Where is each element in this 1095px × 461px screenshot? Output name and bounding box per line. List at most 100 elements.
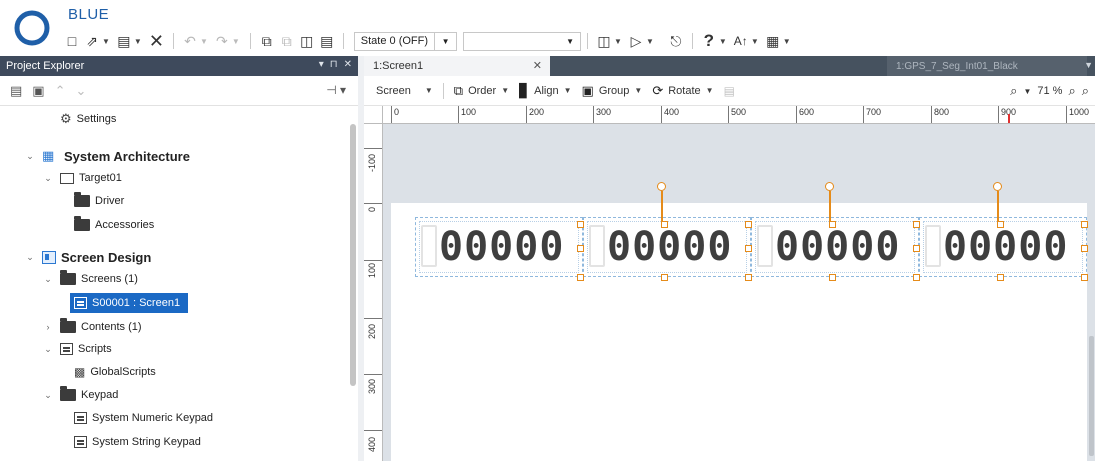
move-up-icon[interactable]: ⌃: [55, 83, 66, 99]
chevron-down-icon[interactable]: ⌄: [42, 274, 54, 285]
help-icon[interactable]: ?: [699, 30, 719, 52]
rotate-button[interactable]: ⟳ Rotate ▼: [652, 83, 713, 99]
rotate-handle[interactable]: [993, 182, 1002, 191]
tree-item-system-architecture[interactable]: ⌄ ▦ System Architecture: [24, 146, 190, 166]
layout-icon[interactable]: ◫: [594, 30, 614, 52]
screen-dropdown-label: Screen: [376, 84, 411, 97]
chevron-down-icon[interactable]: ▼: [102, 37, 110, 46]
chevron-down-icon[interactable]: ▼: [614, 37, 622, 46]
resize-handle[interactable]: [745, 274, 752, 281]
chevron-down-icon[interactable]: ▼: [719, 37, 727, 46]
cut-icon[interactable]: ⧉: [277, 30, 297, 52]
chevron-down-icon[interactable]: ▼: [200, 37, 208, 46]
resize-handle[interactable]: [1081, 221, 1088, 228]
state-select[interactable]: State 0 (OFF): [353, 31, 436, 51]
tab-screen1[interactable]: 1:Screen1 ✕: [364, 56, 550, 76]
tree-item-settings[interactable]: ⚙ Settings: [60, 109, 116, 129]
chevron-down-icon[interactable]: ▼: [435, 31, 458, 51]
tree-item-screen1[interactable]: S00001 : Screen1: [70, 293, 189, 313]
properties-icon[interactable]: ▤: [724, 84, 735, 98]
new-folder-icon[interactable]: ▣: [32, 83, 44, 99]
chevron-down-icon[interactable]: ⌄: [24, 151, 36, 162]
group-button[interactable]: ▣ Group ▼: [582, 83, 643, 99]
resize-handle[interactable]: [661, 221, 668, 228]
resize-handle[interactable]: [913, 274, 920, 281]
resize-handle[interactable]: [829, 274, 836, 281]
chevron-down-icon[interactable]: ⌄: [24, 252, 36, 263]
chevron-down-icon[interactable]: ⌄: [42, 390, 54, 401]
zoom-fit-icon[interactable]: ⌕: [1082, 83, 1089, 99]
tree-item-system-numeric-keypad[interactable]: System Numeric Keypad: [74, 408, 213, 428]
delete-icon[interactable]: ▤: [317, 30, 337, 52]
chevron-down-icon[interactable]: ▼: [1023, 87, 1031, 96]
chevron-right-icon[interactable]: ›: [42, 322, 54, 332]
tree-item-scripts[interactable]: ⌄ Scripts: [42, 339, 112, 359]
tree-item-screens[interactable]: ⌄ Screens (1): [42, 269, 138, 289]
resize-handle[interactable]: [1081, 274, 1088, 281]
resize-handle[interactable]: [997, 274, 1004, 281]
tab-overflow-icon[interactable]: ▼: [1084, 60, 1093, 70]
dock-icon[interactable]: ⊣ ▾: [326, 83, 346, 97]
tree-item-accessories[interactable]: Accessories: [74, 215, 154, 235]
ghost-digit: [925, 225, 941, 267]
resize-handle[interactable]: [577, 274, 584, 281]
resize-handle[interactable]: [577, 221, 584, 228]
paste-icon[interactable]: ◫: [297, 30, 317, 52]
design-canvas[interactable]: 00000 00000 00000 00000: [383, 124, 1095, 461]
play-icon[interactable]: ▷: [626, 30, 646, 52]
blank-select[interactable]: ▼: [463, 31, 582, 51]
chevron-down-icon[interactable]: ⌄: [42, 173, 54, 184]
panel-menu-icon[interactable]: ▾: [319, 59, 324, 70]
new-file-icon[interactable]: □: [62, 30, 82, 52]
open-folder-icon[interactable]: ⇗: [82, 30, 102, 52]
ruler-label: 700: [866, 107, 882, 117]
chevron-down-icon[interactable]: ▼: [751, 37, 759, 46]
tree-item-globalscripts[interactable]: ▩ GlobalScripts: [74, 362, 156, 382]
order-button[interactable]: ⧉ Order ▼: [454, 83, 509, 99]
zoom-in-icon[interactable]: ⌕: [1068, 83, 1075, 99]
close-icon[interactable]: ✕: [344, 59, 352, 70]
chevron-down-icon[interactable]: ▼: [232, 37, 240, 46]
chevron-down-icon[interactable]: ⌄: [42, 344, 54, 355]
zoom-out-icon[interactable]: ⌕: [1010, 83, 1017, 99]
move-down-icon[interactable]: ⌄: [76, 83, 87, 99]
import-icon[interactable]: ▤: [10, 83, 22, 99]
resize-handle[interactable]: [745, 221, 752, 228]
resize-handle[interactable]: [913, 245, 920, 252]
align-button[interactable]: ▊ Align ▼: [519, 83, 571, 99]
tree-scrollbar[interactable]: [350, 124, 356, 386]
seven-segment-display[interactable]: 00000: [415, 217, 583, 277]
resize-handle[interactable]: [661, 274, 668, 281]
resize-handle[interactable]: [913, 221, 920, 228]
save-icon[interactable]: ▤: [114, 30, 134, 52]
tree-item-target01[interactable]: ⌄ Target01: [42, 168, 122, 188]
close-icon[interactable]: ✕: [533, 59, 542, 72]
font-size-icon[interactable]: A↑: [731, 30, 751, 52]
undo-icon[interactable]: ↶: [180, 30, 200, 52]
rotate-handle[interactable]: [657, 182, 666, 191]
resize-handle[interactable]: [745, 245, 752, 252]
tree-item-system-string-keypad[interactable]: System String Keypad: [74, 432, 201, 452]
redo-icon[interactable]: ↷: [212, 30, 232, 52]
resize-handle[interactable]: [997, 221, 1004, 228]
resize-handle[interactable]: [829, 221, 836, 228]
chevron-down-icon[interactable]: ▼: [134, 37, 142, 46]
zoom-level[interactable]: 71 %: [1037, 85, 1062, 97]
simulate-icon[interactable]: ⎋: [666, 30, 686, 52]
tree-item-keypad[interactable]: ⌄ Keypad: [42, 385, 118, 405]
resize-handle[interactable]: [577, 245, 584, 252]
rotate-handle[interactable]: [825, 182, 834, 191]
table-icon[interactable]: ▦: [763, 30, 783, 52]
tree-item-screen-design[interactable]: ⌄ Screen Design: [24, 247, 151, 267]
resize-handle[interactable]: [1081, 245, 1088, 252]
copy-icon[interactable]: ⧉: [257, 30, 277, 52]
chevron-down-icon[interactable]: ▼: [646, 37, 654, 46]
chevron-down-icon[interactable]: ▼: [783, 37, 791, 46]
tree-item-contents[interactable]: › Contents (1): [42, 317, 142, 337]
pin-icon[interactable]: ⊓: [330, 59, 338, 70]
screen-dropdown[interactable]: Screen ▼: [376, 85, 433, 97]
canvas-scrollbar[interactable]: [1089, 336, 1094, 456]
tab-gps-7-seg[interactable]: 1:GPS_7_Seg_Int01_Black: [887, 56, 1087, 76]
tree-item-driver[interactable]: Driver: [74, 191, 124, 211]
close-x-icon[interactable]: ✕: [146, 30, 167, 52]
